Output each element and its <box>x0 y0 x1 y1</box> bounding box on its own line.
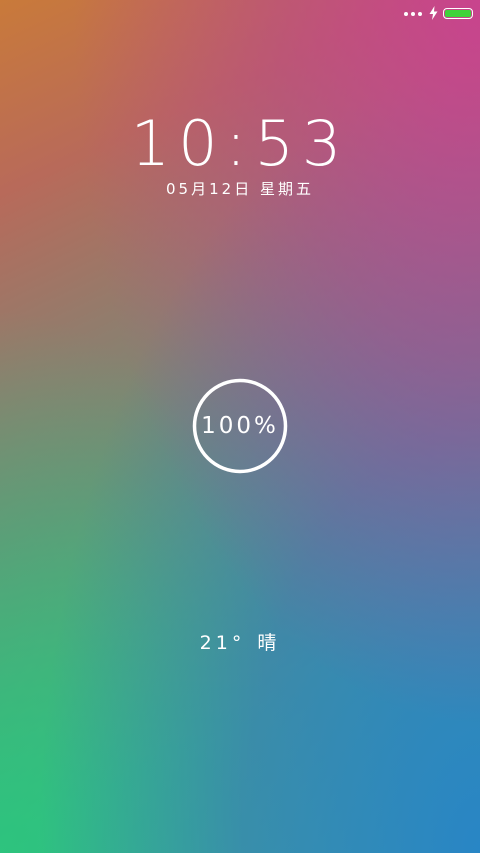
weather-widget: 21° 晴 <box>0 628 480 655</box>
charging-indicator: 100% <box>192 378 288 474</box>
lightning-icon <box>429 6 438 20</box>
battery-fill <box>445 10 471 17</box>
three-dots-icon <box>404 12 422 16</box>
lockscreen-clock: 10:53 <box>130 107 350 180</box>
lockscreen-date: 05月12日 星期五 <box>166 180 314 198</box>
status-bar <box>0 0 480 28</box>
weather-condition: 晴 <box>257 632 281 654</box>
charge-percent: 100% <box>201 413 279 439</box>
weather-temperature: 21° <box>199 632 246 654</box>
battery-icon <box>443 8 473 19</box>
